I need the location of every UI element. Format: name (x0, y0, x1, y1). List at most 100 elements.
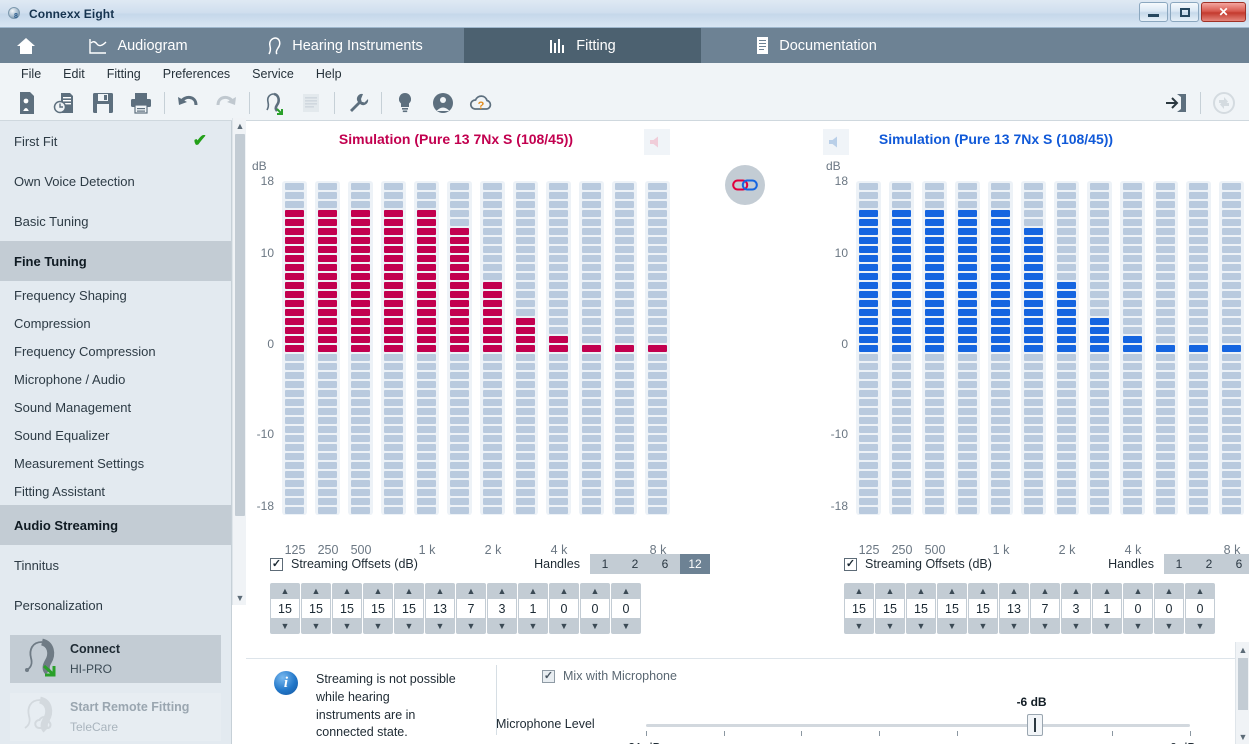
wrench-settings-icon[interactable] (339, 87, 377, 119)
chevron-down-icon[interactable]: ▼ (301, 618, 331, 634)
sidebar-item-personalization[interactable]: Personalization (0, 585, 231, 625)
chevron-down-icon[interactable]: ▼ (233, 590, 247, 605)
chevron-down-icon[interactable]: ▼ (875, 618, 905, 634)
left-handles-option-2[interactable]: 2 (620, 554, 650, 574)
sidebar-item-frequency-shaping[interactable]: Frequency Shaping (0, 281, 231, 309)
frequency-band-bar[interactable] (1186, 181, 1211, 515)
mix-with-microphone-checkbox[interactable]: ✓ (542, 669, 555, 683)
chevron-down-icon[interactable]: ▼ (1092, 618, 1122, 634)
chevron-down-icon[interactable]: ▼ (580, 618, 610, 634)
sidebar-item-sound-management[interactable]: Sound Management (0, 393, 231, 421)
user-profile-icon[interactable] (424, 87, 462, 119)
chevron-down-icon[interactable]: ▼ (1154, 618, 1184, 634)
frequency-band-bar[interactable] (381, 181, 406, 515)
content-scrollbar-thumb[interactable] (1238, 658, 1248, 710)
chevron-down-icon[interactable]: ▼ (1236, 729, 1249, 744)
offset-value-input[interactable]: 15 (969, 599, 997, 618)
chevron-down-icon[interactable]: ▼ (425, 618, 455, 634)
minimize-button[interactable] (1139, 2, 1168, 22)
sidebar-item-sound-equalizer[interactable]: Sound Equalizer (0, 421, 231, 449)
offset-value-input[interactable]: 0 (581, 599, 609, 618)
chevron-down-icon[interactable]: ▼ (270, 618, 300, 634)
chevron-up-icon[interactable]: ▲ (1061, 583, 1091, 599)
offset-value-input[interactable]: 15 (271, 599, 299, 618)
frequency-band-bar[interactable] (1120, 181, 1145, 515)
right-handles-option-2[interactable]: 2 (1194, 554, 1224, 574)
sidebar-item-tinnitus[interactable]: Tinnitus (0, 545, 231, 585)
frequency-band-bar[interactable] (922, 181, 947, 515)
chevron-down-icon[interactable]: ▼ (363, 618, 393, 634)
chevron-down-icon[interactable]: ▼ (1185, 618, 1215, 634)
offset-value-input[interactable]: 15 (364, 599, 392, 618)
frequency-band-bar[interactable] (988, 181, 1013, 515)
chevron-up-icon[interactable]: ▲ (611, 583, 641, 599)
chevron-up-icon[interactable]: ▲ (999, 583, 1029, 599)
sidebar-item-microphone-audio[interactable]: Microphone / Audio (0, 365, 231, 393)
sidebar-scrollbar-thumb[interactable] (235, 134, 245, 516)
chevron-up-icon[interactable]: ▲ (937, 583, 967, 599)
frequency-band-bar[interactable] (348, 181, 373, 515)
offset-value-input[interactable]: 7 (1031, 599, 1059, 618)
frequency-band-bar[interactable] (315, 181, 340, 515)
chevron-up-icon[interactable]: ▲ (456, 583, 486, 599)
offset-value-input[interactable]: 1 (519, 599, 547, 618)
left-handles-option-1[interactable]: 1 (590, 554, 620, 574)
sidebar-card-connect[interactable]: Connect HI-PRO (10, 635, 221, 683)
left-streaming-offsets-checkbox[interactable]: ✓ (270, 557, 283, 571)
print-icon[interactable] (122, 87, 160, 119)
frequency-band-bar[interactable] (1219, 181, 1244, 515)
close-button[interactable]: ✕ (1201, 2, 1246, 22)
chevron-up-icon[interactable]: ▲ (363, 583, 393, 599)
chevron-down-icon[interactable]: ▼ (844, 618, 874, 634)
chevron-up-icon[interactable]: ▲ (1236, 642, 1249, 657)
chevron-down-icon[interactable]: ▼ (1061, 618, 1091, 634)
menu-edit[interactable]: Edit (52, 67, 96, 81)
offset-value-input[interactable]: 0 (612, 599, 640, 618)
tab-fitting[interactable]: Fitting (464, 28, 701, 63)
offset-value-input[interactable]: 13 (426, 599, 454, 618)
offset-value-input[interactable]: 0 (550, 599, 578, 618)
chevron-down-icon[interactable]: ▼ (518, 618, 548, 634)
left-handles-option-6[interactable]: 6 (650, 554, 680, 574)
frequency-band-bar[interactable] (447, 181, 472, 515)
offset-value-input[interactable]: 13 (1000, 599, 1028, 618)
frequency-band-bar[interactable] (1087, 181, 1112, 515)
chevron-up-icon[interactable]: ▲ (270, 583, 300, 599)
lightbulb-tips-icon[interactable] (386, 87, 424, 119)
left-handles-option-12[interactable]: 12 (680, 554, 710, 574)
save-icon[interactable] (84, 87, 122, 119)
frequency-band-bar[interactable] (480, 181, 505, 515)
chevron-up-icon[interactable]: ▲ (844, 583, 874, 599)
logout-icon[interactable] (1158, 87, 1196, 119)
tab-documentation[interactable]: Documentation (701, 28, 931, 63)
left-chart-plot[interactable]: 125 250 500 1 k2 k4 k8 k (282, 181, 682, 557)
frequency-band-bar[interactable] (282, 181, 307, 515)
offset-value-input[interactable]: 15 (938, 599, 966, 618)
tab-hearing-instruments[interactable]: Hearing Instruments (224, 28, 464, 63)
chevron-up-icon[interactable]: ▲ (518, 583, 548, 599)
chevron-up-icon[interactable]: ▲ (233, 118, 247, 133)
offset-value-input[interactable]: 7 (457, 599, 485, 618)
tab-audiogram[interactable]: Audiogram (52, 28, 224, 63)
right-chart-plot[interactable]: 125 250 500 1 k2 k4 k8 k (856, 181, 1249, 557)
frequency-band-bar[interactable] (579, 181, 604, 515)
chevron-down-icon[interactable]: ▼ (1030, 618, 1060, 634)
frequency-band-bar[interactable] (1021, 181, 1046, 515)
offset-value-input[interactable]: 15 (395, 599, 423, 618)
sidebar-item-compression[interactable]: Compression (0, 309, 231, 337)
chevron-up-icon[interactable]: ▲ (580, 583, 610, 599)
chevron-down-icon[interactable]: ▼ (1123, 618, 1153, 634)
right-handles-option-1[interactable]: 1 (1164, 554, 1194, 574)
frequency-band-bar[interactable] (889, 181, 914, 515)
offset-value-input[interactable]: 1 (1093, 599, 1121, 618)
link-left-right-button[interactable] (725, 165, 765, 205)
client-history-icon[interactable] (46, 87, 84, 119)
chevron-up-icon[interactable]: ▲ (906, 583, 936, 599)
frequency-band-bar[interactable] (645, 181, 670, 515)
chevron-down-icon[interactable]: ▼ (611, 618, 641, 634)
frequency-band-bar[interactable] (1153, 181, 1178, 515)
sidebar-card-start-remote-fitting[interactable]: Start Remote Fitting TeleCare (10, 693, 221, 741)
frequency-band-bar[interactable] (856, 181, 881, 515)
sidebar-item-frequency-compression[interactable]: Frequency Compression (0, 337, 231, 365)
frequency-band-bar[interactable] (612, 181, 637, 515)
